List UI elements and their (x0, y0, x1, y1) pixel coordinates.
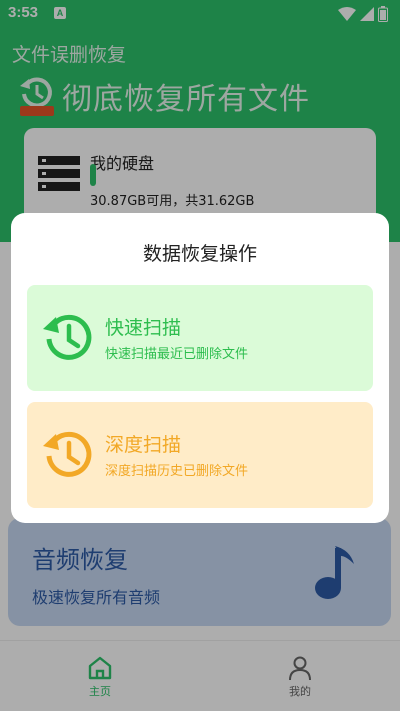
deep-scan-option[interactable]: 深度扫描 深度扫描历史已删除文件 (27, 402, 373, 508)
deep-scan-subtitle: 深度扫描历史已删除文件 (105, 464, 249, 479)
history-icon (43, 431, 92, 477)
quick-scan-title: 快速扫描 (105, 317, 182, 339)
history-icon (43, 314, 92, 360)
deep-scan-title: 深度扫描 (105, 434, 182, 456)
quick-scan-subtitle: 快速扫描最近已删除文件 (105, 347, 249, 362)
recovery-dialog: 数据恢复操作 快速扫描 快速扫描最近已删除文件 深度扫描 深度扫描历史已删除文件 (11, 213, 389, 523)
quick-scan-option[interactable]: 快速扫描 快速扫描最近已删除文件 (27, 285, 373, 391)
dialog-title: 数据恢复操作 (142, 243, 257, 265)
